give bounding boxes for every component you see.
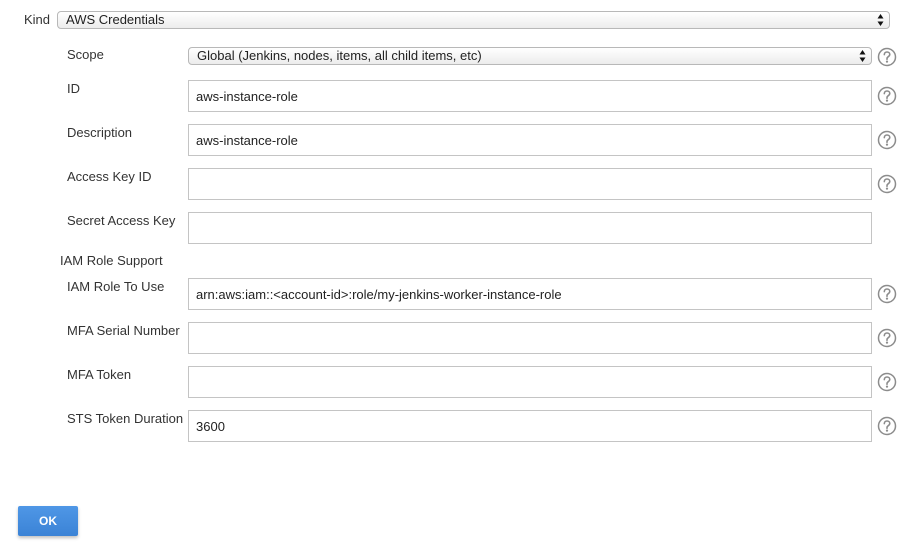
id-help-icon[interactable] [877,86,897,106]
iam-role-support-label: IAM Role Support [60,253,163,268]
scope-help-icon[interactable] [877,47,897,67]
access-key-id-input[interactable] [188,168,872,200]
scope-select-value: Global (Jenkins, nodes, items, all child… [197,48,482,63]
kind-select-value: AWS Credentials [66,12,165,27]
sts-token-duration-help-icon[interactable] [877,416,897,436]
secret-access-key-label: Secret Access Key [67,213,176,228]
mfa-token-help-icon[interactable] [877,372,897,392]
iam-role-to-use-input[interactable] [188,278,872,310]
kind-select[interactable]: AWS Credentials [57,11,890,29]
scope-select[interactable]: Global (Jenkins, nodes, items, all child… [188,47,872,65]
sts-token-duration-input[interactable] [188,410,872,442]
ok-button[interactable]: OK [18,506,78,536]
id-label: ID [67,81,80,96]
up-down-arrows-icon [859,48,866,64]
description-help-icon[interactable] [877,130,897,150]
secret-access-key-input[interactable] [188,212,872,244]
kind-label: Kind [24,12,51,27]
mfa-token-input[interactable] [188,366,872,398]
description-label: Description [67,125,133,140]
up-down-arrows-icon [877,12,884,28]
iam-role-to-use-label: IAM Role To Use [67,279,165,294]
mfa-token-label: MFA Token [67,367,132,382]
iam-role-to-use-help-icon[interactable] [877,284,897,304]
description-input[interactable] [188,124,872,156]
access-key-id-help-icon[interactable] [877,174,897,194]
id-input[interactable] [188,80,872,112]
sts-token-duration-label: STS Token Duration [67,411,184,426]
mfa-serial-number-input[interactable] [188,322,872,354]
scope-label: Scope [67,47,104,62]
access-key-id-label: Access Key ID [67,169,152,184]
mfa-serial-number-help-icon[interactable] [877,328,897,348]
mfa-serial-number-label: MFA Serial Number [67,323,180,338]
